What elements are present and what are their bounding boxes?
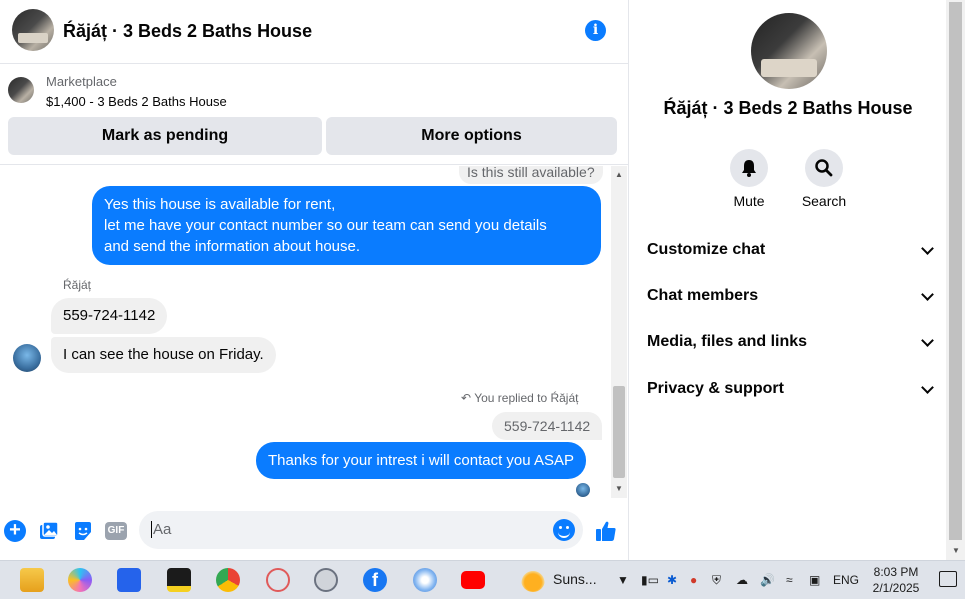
composer: + GIF Aa xyxy=(0,500,629,560)
clock-time: 8:03 PM xyxy=(873,565,919,579)
chrome-icon[interactable] xyxy=(216,568,240,592)
chat-header: Ŕăjáț · 3 Beds 2 Baths House i xyxy=(0,0,629,64)
bluetooth-icon[interactable]: ✱ xyxy=(667,573,677,587)
bell-icon[interactable] xyxy=(730,149,768,187)
outgoing-message: Yes this house is available for rent, le… xyxy=(92,186,601,265)
sticker-icon[interactable] xyxy=(72,520,94,542)
meet-now-icon[interactable]: ▣ xyxy=(809,573,820,587)
listing-title[interactable]: $1,400 - 3 Beds 2 Baths House xyxy=(46,94,227,109)
notification-icon[interactable] xyxy=(939,571,957,587)
seen-avatar xyxy=(576,483,590,497)
security-icon[interactable]: ⛨ xyxy=(712,573,721,588)
search-label: Search xyxy=(801,193,847,209)
scroll-down-arrow-icon[interactable]: ▼ xyxy=(952,546,960,555)
copilot-icon[interactable] xyxy=(68,568,92,592)
details-title: Ŕăjáț · 3 Beds 2 Baths House xyxy=(663,98,913,118)
clock[interactable]: 8:03 PM 2/1/2025 xyxy=(870,564,922,596)
section-label: Customize chat xyxy=(647,241,766,258)
section-label: Media, files and links xyxy=(647,333,808,350)
network-icon[interactable]: ≈ xyxy=(786,573,793,587)
chevron-down-icon xyxy=(921,242,934,255)
chevron-down-icon xyxy=(921,334,934,347)
message-input-placeholder: Aa xyxy=(151,521,172,538)
section-label: Privacy & support xyxy=(647,380,784,397)
outgoing-message: Thanks for your intrest i will contact y… xyxy=(256,442,586,479)
mute-label: Mute xyxy=(733,193,765,209)
chevron-down-icon xyxy=(921,288,934,301)
reply-indicator: ↶ You replied to Ŕăjáț xyxy=(461,391,578,405)
messenger-window: Ŕăjáț · 3 Beds 2 Baths House i Marketpla… xyxy=(0,0,965,560)
section-media-files-links[interactable]: Media, files and links xyxy=(647,322,934,362)
incoming-message: 559-724-1142 xyxy=(51,298,168,334)
profile-avatar[interactable] xyxy=(751,13,827,89)
message-thread: Is this still available? Yes this house … xyxy=(0,166,611,500)
youtube-icon[interactable] xyxy=(461,571,485,589)
section-chat-members[interactable]: Chat members xyxy=(647,276,934,316)
photo-icon[interactable] xyxy=(38,520,60,542)
weather-label[interactable]: Suns... xyxy=(553,571,597,587)
sender-avatar[interactable] xyxy=(13,344,41,372)
listing-thumbnail[interactable] xyxy=(8,77,34,103)
mark-as-pending-button[interactable]: Mark as pending xyxy=(8,117,322,155)
file-explorer-icon[interactable] xyxy=(20,568,44,592)
section-customize-chat[interactable]: Customize chat xyxy=(647,230,934,270)
section-label: Chat members xyxy=(647,287,759,304)
mute-action[interactable]: Mute xyxy=(709,149,789,209)
conversation-pane: Ŕăjáț · 3 Beds 2 Baths House i Marketpla… xyxy=(0,0,629,560)
marketplace-label: Marketplace xyxy=(46,74,117,89)
paint-icon[interactable] xyxy=(413,568,437,592)
sticky-notes-icon[interactable] xyxy=(167,568,191,592)
more-options-button[interactable]: More options xyxy=(326,117,617,155)
reply-indicator-text: You replied to Ŕăjáț xyxy=(474,391,579,405)
scroll-down-arrow-icon[interactable]: ▼ xyxy=(615,484,623,493)
chat-title[interactable]: Ŕăjáț · 3 Beds 2 Baths House xyxy=(63,21,312,42)
quoted-message: Is this still available? xyxy=(459,166,603,184)
chat-details-pane: Ŕăjáț · 3 Beds 2 Baths House Mute Search… xyxy=(630,0,946,560)
chat-avatar[interactable] xyxy=(12,9,54,51)
gif-icon[interactable]: GIF xyxy=(105,522,127,540)
sender-name: Ŕăjáț xyxy=(63,278,92,292)
facebook-icon[interactable]: f xyxy=(363,568,387,592)
search-icon[interactable] xyxy=(805,149,843,187)
like-icon[interactable] xyxy=(594,519,618,543)
scroll-up-arrow-icon[interactable]: ▲ xyxy=(615,170,623,179)
info-icon[interactable]: i xyxy=(585,20,606,41)
incoming-message: I can see the house on Friday. xyxy=(51,337,276,373)
language-indicator[interactable]: ENG xyxy=(833,573,859,587)
plus-icon[interactable]: + xyxy=(4,520,26,542)
thread-scrollbar[interactable]: ▲ ▼ xyxy=(611,166,627,498)
taskbar: f Suns... ▼ ▮▭ ✱ ● ⛨ ☁ 🔊 ≈ ▣ ENG 8:03 PM… xyxy=(0,560,965,599)
wifi-warning-icon[interactable]: ▼ xyxy=(617,573,629,587)
marketplace-card: Marketplace $1,400 - 3 Beds 2 Baths Hous… xyxy=(0,65,629,165)
clock-date: 2/1/2025 xyxy=(872,581,920,595)
cloud-icon[interactable]: ☁ xyxy=(736,573,748,587)
app-tray-icon[interactable]: ● xyxy=(690,573,697,587)
page-scroll-thumb[interactable] xyxy=(949,2,962,540)
volume-icon[interactable]: 🔊 xyxy=(760,573,775,587)
emoji-icon[interactable] xyxy=(553,519,575,541)
page-scrollbar[interactable]: ▼ xyxy=(946,0,965,560)
store-icon[interactable] xyxy=(117,568,141,592)
reply-quote: 559-724-1142 xyxy=(492,412,603,440)
snipping-tool-icon[interactable] xyxy=(266,568,290,592)
section-privacy-support[interactable]: Privacy & support xyxy=(647,369,934,409)
battery-icon[interactable]: ▮▭ xyxy=(641,573,659,587)
weather-icon[interactable] xyxy=(521,568,545,592)
search-action[interactable]: Search xyxy=(784,149,864,209)
reply-icon: ↶ xyxy=(461,391,472,405)
message-input[interactable]: Aa xyxy=(139,511,583,549)
chrome-profile-icon[interactable] xyxy=(314,568,338,592)
chevron-down-icon xyxy=(921,381,934,394)
scroll-thumb[interactable] xyxy=(613,386,625,478)
